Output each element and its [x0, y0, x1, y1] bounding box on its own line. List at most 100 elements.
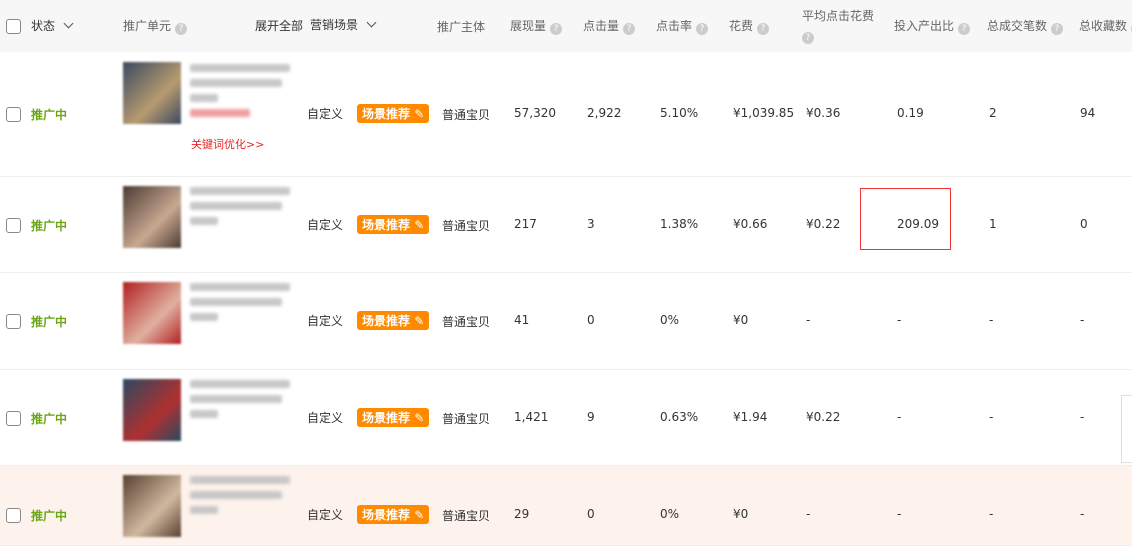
scene-recommend-badge[interactable]: 场景推荐 ✎: [357, 215, 430, 234]
scene-recommend-badge[interactable]: 场景推荐 ✎: [357, 311, 430, 330]
col-impressions[interactable]: 展现量?: [510, 17, 563, 35]
badge-label: 场景推荐: [362, 314, 411, 328]
impressions-value: 217: [514, 217, 537, 231]
scene-recommend-badge[interactable]: 场景推荐 ✎: [357, 408, 430, 427]
clicks-value: 9: [587, 410, 595, 424]
product-thumbnail[interactable]: [123, 282, 181, 344]
status-text: 推广中: [31, 219, 68, 233]
product-title-blurred[interactable]: [190, 476, 295, 521]
help-icon[interactable]: ?: [175, 23, 188, 35]
status-text: 推广中: [31, 315, 68, 329]
col-label: 推广单元: [123, 19, 172, 33]
subject-value: 普通宝贝: [442, 108, 491, 122]
product-thumbnail[interactable]: [123, 62, 181, 124]
scene-value: 自定义: [307, 411, 344, 425]
clicks-value: 2,922: [587, 106, 622, 120]
ctr-value: 5.10%: [660, 106, 699, 120]
product-title-blurred[interactable]: [190, 283, 295, 328]
clicks-value: 3: [587, 217, 595, 231]
orders-value: -: [989, 410, 994, 424]
roi-value: -: [897, 507, 902, 521]
subject-value: 普通宝贝: [442, 412, 491, 426]
cost-value: ¥1.94: [733, 410, 768, 424]
row-checkbox[interactable]: [6, 107, 21, 122]
roi-value: -: [897, 410, 902, 424]
impressions-value: 29: [514, 507, 530, 521]
scene-value: 自定义: [307, 218, 344, 232]
row-checkbox[interactable]: [6, 411, 21, 426]
favorites-value: -: [1080, 507, 1085, 521]
col-roi[interactable]: 投入产出比?: [894, 17, 971, 35]
col-unit: 推广单元?: [123, 17, 188, 35]
pencil-icon: ✎: [414, 314, 425, 328]
col-orders[interactable]: 总成交笔数?: [987, 17, 1064, 35]
product-thumbnail[interactable]: [123, 475, 181, 537]
chevron-down-icon: [366, 17, 377, 28]
roi-value: 0.19: [897, 106, 924, 120]
avg-cpc-value: -: [806, 507, 811, 521]
help-icon[interactable]: ?: [757, 23, 770, 35]
product-title-blurred[interactable]: [190, 187, 295, 232]
col-favorites[interactable]: 总收藏数?: [1079, 17, 1132, 35]
product-thumbnail[interactable]: [123, 186, 181, 248]
pencil-icon: ✎: [414, 218, 425, 232]
scene-value: 自定义: [307, 314, 344, 328]
impressions-value: 1,421: [514, 410, 549, 424]
orders-value: -: [989, 313, 994, 327]
scene-recommend-badge[interactable]: 场景推荐 ✎: [357, 104, 430, 123]
impressions-value: 57,320: [514, 106, 556, 120]
scene-value: 自定义: [307, 508, 344, 522]
orders-value: -: [989, 507, 994, 521]
help-icon[interactable]: ?: [696, 23, 709, 35]
col-label: 点击率: [656, 19, 693, 33]
table-row: 推广中 自定义 场景推荐 ✎ 普通宝贝 41 0 0% ¥0 - - - -: [0, 273, 1132, 370]
badge-label: 场景推荐: [362, 107, 411, 121]
expand-all-link[interactable]: 展开全部: [255, 17, 303, 34]
col-label: 总成交笔数: [987, 19, 1048, 33]
side-panel[interactable]: [1121, 395, 1132, 463]
cost-value: ¥0: [733, 313, 749, 327]
col-label: 点击量: [583, 19, 620, 33]
row-checkbox[interactable]: [6, 508, 21, 523]
col-avg-cpc[interactable]: 平均点击花费?: [802, 7, 874, 44]
clicks-value: 0: [587, 313, 595, 327]
help-icon[interactable]: ?: [958, 23, 971, 35]
scene-recommend-badge[interactable]: 场景推荐 ✎: [357, 505, 430, 524]
scene-value: 自定义: [307, 107, 344, 121]
table-row: 推广中 关键词优化>> 自定义 场景推荐 ✎ 普通宝贝 57,320 2,922 5.…: [0, 52, 1132, 177]
col-cost[interactable]: 花费?: [729, 17, 770, 35]
col-label: 花费: [729, 19, 754, 33]
col-clicks[interactable]: 点击量?: [583, 17, 636, 35]
help-icon[interactable]: ?: [1051, 23, 1064, 35]
help-icon[interactable]: ?: [623, 23, 636, 35]
subject-value: 普通宝贝: [442, 315, 491, 329]
help-icon[interactable]: ?: [550, 23, 563, 35]
badge-label: 场景推荐: [362, 508, 411, 522]
chevron-down-icon: [63, 18, 74, 29]
table-header: 状态 推广单元? 展开全部 营销场景 推广主体 展现量? 点击量? 点击率? 花…: [0, 0, 1132, 52]
product-title-blurred[interactable]: [190, 380, 295, 425]
product-title-blurred[interactable]: [190, 64, 295, 124]
pencil-icon: ✎: [414, 508, 425, 522]
favorites-value: -: [1080, 410, 1085, 424]
status-text: 推广中: [31, 108, 68, 122]
cost-value: ¥0.66: [733, 217, 768, 231]
col-ctr[interactable]: 点击率?: [656, 17, 709, 35]
scene-filter[interactable]: 营销场景: [310, 16, 377, 33]
row-checkbox[interactable]: [6, 218, 21, 233]
col-label: 投入产出比: [894, 19, 955, 33]
favorites-value: 0: [1080, 217, 1088, 231]
status-filter[interactable]: 状态: [31, 17, 74, 34]
subject-value: 普通宝贝: [442, 219, 491, 233]
cost-value: ¥1,039.85: [733, 106, 795, 120]
table-row: 推广中 自定义 场景推荐 ✎ 普通宝贝 1,421 9 0.63% ¥1.94 ¥0.22…: [0, 370, 1132, 466]
favorites-value: 94: [1080, 106, 1096, 120]
help-icon[interactable]: ?: [802, 32, 814, 44]
product-thumbnail[interactable]: [123, 379, 181, 441]
select-all-checkbox[interactable]: [6, 19, 21, 34]
avg-cpc-value: ¥0.22: [806, 410, 841, 424]
keyword-optimize-link[interactable]: 关键词优化>>: [191, 136, 264, 152]
ctr-value: 1.38%: [660, 217, 699, 231]
col-label: 展现量: [510, 19, 547, 33]
row-checkbox[interactable]: [6, 314, 21, 329]
